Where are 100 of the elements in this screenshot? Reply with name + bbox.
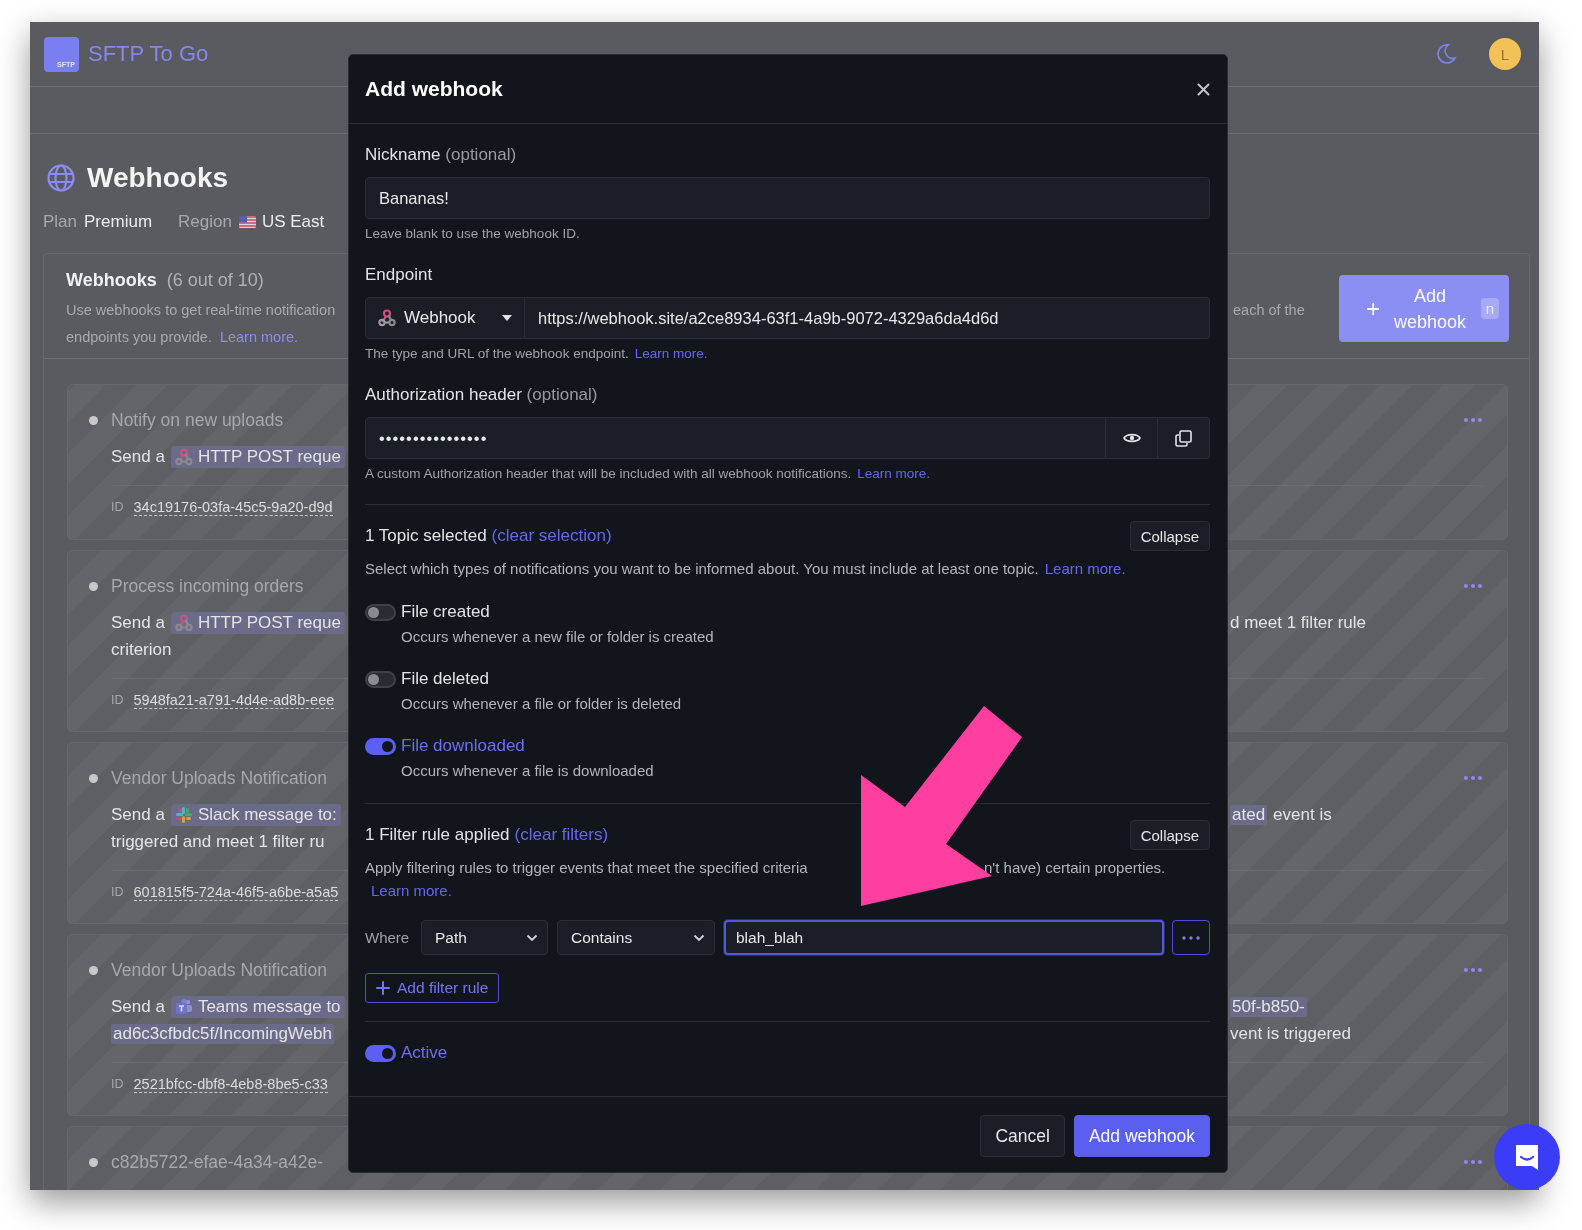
copy-icon [1175,429,1192,447]
copy-button[interactable] [1158,417,1210,459]
field-label: Endpoint [365,264,434,286]
channel-label: Teams message to [197,996,341,1017]
more-button[interactable] [1172,920,1210,955]
slack-icon [174,805,193,824]
endpoint-type-select[interactable]: Webhook [365,297,525,339]
card-text: Send a [111,446,165,467]
webhook-id[interactable]: 34c19176-03fa-45c5-9a20-d9d [133,498,333,516]
page-title: Webhooks [87,162,229,194]
id-label: ID [111,1077,124,1091]
authorization-field[interactable]: •••••••••••••••• [365,417,1106,459]
webhook-name: c82b5722-efae-4a34-a42e- [111,1151,324,1173]
status-dot [89,1157,98,1167]
webhook-id[interactable]: 601815f5-724a-46f5-a6be-a5a5 [133,883,339,901]
cancel-button[interactable]: Cancel [980,1115,1065,1157]
user-avatar[interactable]: L [1489,38,1521,70]
webhook-id[interactable]: 2521bfcc-dbf8-4eb8-8be5-c33 [133,1075,328,1093]
more-icon[interactable] [1463,967,1483,973]
clear-selection-link[interactable]: (clear selection) [491,526,612,546]
moon-icon[interactable] [1435,43,1457,65]
highlighted-text: ated [1230,804,1268,825]
status-dot [89,581,98,591]
status-dot [89,773,98,783]
collapse-button[interactable]: Collapse [1129,820,1210,850]
eye-icon [1122,432,1141,444]
webhook-id[interactable]: 5948fa21-a791-4d4e-ad8b-eee [133,691,335,709]
card-text: vent is triggered [1230,1023,1351,1044]
panel-description: endpoints you provide. [66,328,212,345]
region-label: Region [178,212,232,232]
toggle-switch[interactable] [365,670,396,688]
learn-more-link[interactable]: Learn more. [634,346,708,361]
topic-description: Occurs whenever a file or folder is deleted [401,694,683,714]
section-description: Apply filtering rules to trigger events that meet the specified criteria [365,859,808,876]
webhook-count: (6 out of 10) [166,270,264,291]
webhook-name: Vendor Uploads Notification [111,959,327,981]
submit-button[interactable]: Add webhook [1073,1115,1210,1157]
section-description: n't have) certain properties. [984,859,1166,876]
caret-icon [502,315,512,321]
webhook-icon [378,309,396,327]
panel-description: Use webhooks to get real-time notification [66,301,337,318]
nickname-field[interactable]: Bananas! [365,177,1210,219]
add-webhook-button[interactable]: Add webhook n [1339,275,1509,342]
url-field[interactable]: https://webhook.site/a2ce8934-63f1-4a9b-9072-4329a6da4d6d [525,297,1210,339]
webhook-name: Notify on new uploads [111,409,284,431]
channel-label: HTTP POST reque [197,612,341,633]
chat-button[interactable] [1494,1124,1560,1190]
field-label: Nickname (optional) [365,144,518,166]
plus-icon [1367,301,1380,316]
webhook-name: Vendor Uploads Notification [111,767,327,789]
field-hint: The type and URL of the webhook endpoint. Learn more. [365,346,709,362]
more-icon[interactable] [1463,775,1483,781]
globe-icon [46,163,76,193]
region-value: US East [261,212,325,232]
webhook-icon [174,447,193,466]
more-icon[interactable] [1463,583,1483,589]
more-icon[interactable] [1463,1159,1483,1165]
status-dot [89,415,98,425]
more-icon [1182,935,1200,940]
card-text: triggered and meet 1 filter ru [111,831,325,852]
clear-filters-link[interactable]: (clear filters) [514,825,609,845]
learn-more-link[interactable]: Learn more. [1044,560,1126,577]
field-label: Authorization header (optional) [365,384,599,406]
operator-select[interactable]: Contains [557,920,715,955]
flag-icon [238,216,256,228]
teams-icon [174,997,193,1016]
id-label: ID [111,500,124,514]
topic-label: File deleted [401,668,490,690]
modal-title: Add webhook [365,77,504,101]
learn-more-link[interactable]: Learn more. [857,466,931,481]
plan-value: Premium [84,212,153,232]
learn-more-link[interactable]: Learn more. [371,882,452,899]
chevron-icon [693,933,705,942]
collapse-button[interactable]: Collapse [1129,521,1210,551]
highlighted-text: 50f-b850- [1230,996,1307,1017]
app-title: SFTP To Go [88,41,209,67]
shortcut-key: n [1480,298,1499,319]
more-icon[interactable] [1463,417,1483,423]
webhook-name: Process incoming orders [111,575,304,597]
where-label: Where [365,929,411,946]
field-hint: Leave blank to use the webhook ID. [365,226,581,242]
panel-title: Webhooks [66,270,157,291]
toggle-switch[interactable] [365,1044,396,1062]
section-summary: 1 Topic selected [365,526,487,546]
filter-value-field[interactable]: blah_blah [724,920,1164,955]
add-filter-rule-button[interactable]: Add filter rule [365,973,500,1003]
chevron-icon [526,933,538,942]
toggle-switch[interactable] [365,737,396,755]
highlighted-text: ad6c3cfbdc5f/IncomingWebh [111,1023,334,1044]
toggle-switch[interactable] [365,603,396,621]
channel-label: Slack message to: [197,804,337,825]
topic-description: Occurs whenever a new file or folder is created [401,627,715,647]
webhook-icon [174,613,193,632]
close-icon[interactable] [1197,82,1210,96]
card-text: Send a [111,804,165,825]
show-button[interactable] [1106,417,1158,459]
card-text: Send a [111,612,165,633]
plus-icon [376,981,390,995]
field-select[interactable]: Path [421,920,548,955]
id-label: ID [111,885,124,899]
